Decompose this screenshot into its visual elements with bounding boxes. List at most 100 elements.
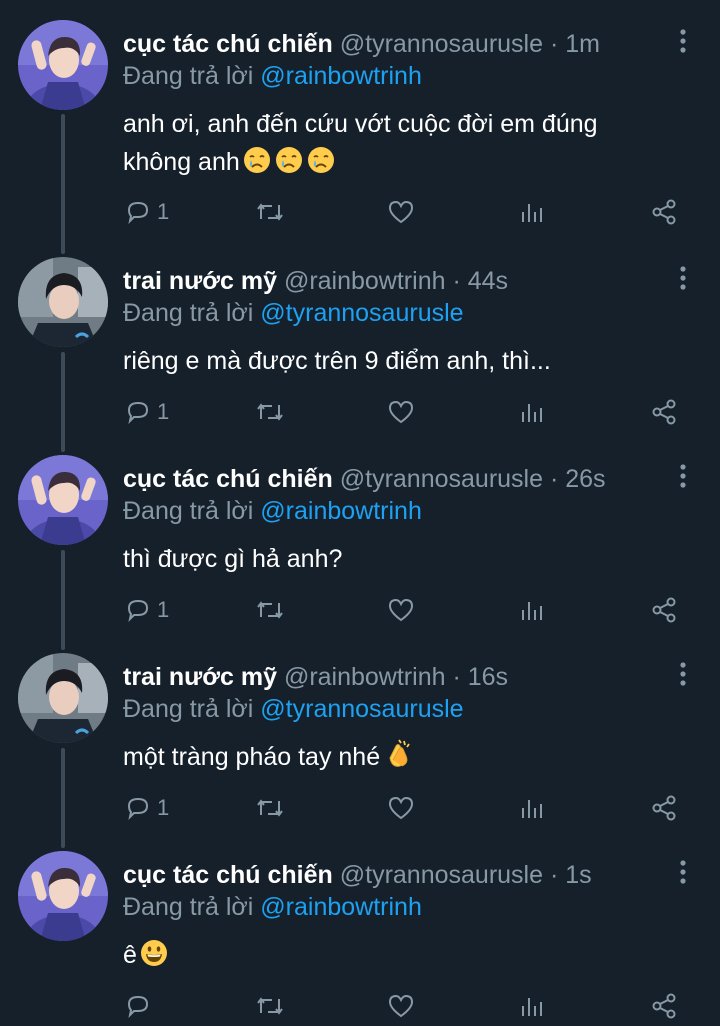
like-icon bbox=[388, 400, 414, 424]
retweet-icon bbox=[257, 997, 283, 1015]
tweet[interactable]: cục tác chú chiến @tyrannosaurusle · 26s… bbox=[0, 435, 720, 633]
avatar-image bbox=[18, 20, 108, 110]
replying-to: Đang trả lời @rainbowtrinh bbox=[123, 494, 422, 528]
more-options-icon[interactable] bbox=[670, 463, 696, 493]
replying-to-label: Đang trả lời bbox=[123, 62, 254, 90]
timestamp[interactable]: 1m bbox=[565, 30, 600, 58]
display-name[interactable]: trai nước mỹ bbox=[123, 267, 277, 295]
reply-icon bbox=[127, 401, 149, 425]
reply-button[interactable]: 1 bbox=[125, 590, 169, 630]
replying-to-label: Đang trả lời bbox=[123, 497, 254, 525]
mention-link[interactable]: @tyrannosaurusle bbox=[260, 695, 463, 723]
replying-to-label: Đang trả lời bbox=[123, 893, 254, 921]
reply-button[interactable]: 1 bbox=[125, 788, 169, 828]
tweet[interactable]: cục tác chú chiến @tyrannosaurusle · 1s … bbox=[0, 831, 720, 1026]
reply-count: 1 bbox=[157, 199, 170, 224]
reply-count: 1 bbox=[157, 399, 170, 424]
crying-face-emoji bbox=[242, 145, 272, 186]
separator-dot: · bbox=[543, 465, 566, 493]
tweet-text-content: thì được gì hả anh? bbox=[123, 545, 343, 573]
retweet-button[interactable] bbox=[256, 986, 284, 1026]
retweet-button[interactable] bbox=[256, 192, 284, 232]
timestamp[interactable]: 1s bbox=[565, 861, 591, 889]
username[interactable]: @rainbowtrinh bbox=[284, 663, 446, 691]
reply-button[interactable]: 1 bbox=[125, 192, 169, 232]
timestamp[interactable]: 16s bbox=[468, 663, 508, 691]
more-options-icon[interactable] bbox=[670, 661, 696, 691]
mention-link[interactable]: @tyrannosaurusle bbox=[260, 299, 463, 327]
avatar-image bbox=[18, 455, 108, 545]
tweet-text-content: riêng e mà được trên 9 điểm anh, thì... bbox=[123, 347, 551, 375]
mention-link[interactable]: @rainbowtrinh bbox=[260, 62, 422, 90]
reply-icon bbox=[127, 201, 149, 225]
username[interactable]: @rainbowtrinh bbox=[284, 267, 446, 295]
analytics-button[interactable] bbox=[520, 192, 544, 232]
tweet-text-content: một tràng pháo tay nhé bbox=[123, 743, 381, 771]
tweet-header: cục tác chú chiến @tyrannosaurusle · 1m bbox=[123, 27, 600, 61]
analytics-button[interactable] bbox=[520, 986, 544, 1026]
timestamp[interactable]: 44s bbox=[468, 267, 508, 295]
more-options-icon[interactable] bbox=[670, 859, 696, 889]
reply-icon bbox=[127, 599, 149, 623]
like-button[interactable] bbox=[387, 788, 415, 828]
reply-button[interactable]: 1 bbox=[125, 392, 169, 432]
replying-to-label: Đang trả lời bbox=[123, 299, 254, 327]
like-button[interactable] bbox=[387, 986, 415, 1026]
tweet-text: một tràng pháo tay nhé bbox=[123, 738, 643, 781]
action-bar bbox=[0, 986, 720, 1026]
retweet-button[interactable] bbox=[256, 788, 284, 828]
like-button[interactable] bbox=[387, 392, 415, 432]
share-button[interactable] bbox=[651, 590, 677, 630]
avatar[interactable] bbox=[18, 455, 108, 545]
display-name[interactable]: cục tác chú chiến bbox=[123, 861, 333, 889]
avatar[interactable] bbox=[18, 653, 108, 743]
share-button[interactable] bbox=[651, 986, 677, 1026]
avatar[interactable] bbox=[18, 20, 108, 110]
tweet-header: cục tác chú chiến @tyrannosaurusle · 26s bbox=[123, 462, 606, 496]
analytics-button[interactable] bbox=[520, 788, 544, 828]
username[interactable]: @tyrannosaurusle bbox=[340, 465, 543, 493]
more-options-icon[interactable] bbox=[670, 265, 696, 295]
tweet-text: ê bbox=[123, 936, 643, 979]
like-button[interactable] bbox=[387, 192, 415, 232]
display-name[interactable]: trai nước mỹ bbox=[123, 663, 277, 691]
reply-icon bbox=[127, 797, 149, 821]
retweet-button[interactable] bbox=[256, 392, 284, 432]
separator-dot: · bbox=[543, 861, 566, 889]
replying-to: Đang trả lời @rainbowtrinh bbox=[123, 890, 422, 924]
more-options-icon[interactable] bbox=[670, 28, 696, 58]
tweet-text: riêng e mà được trên 9 điểm anh, thì... bbox=[123, 342, 643, 380]
clapping-hands-emoji bbox=[382, 738, 414, 781]
action-bar: 1 bbox=[0, 788, 720, 828]
share-button[interactable] bbox=[651, 788, 677, 828]
like-icon bbox=[388, 200, 414, 224]
tweet[interactable]: trai nước mỹ @rainbowtrinh · 16s Đang tr… bbox=[0, 633, 720, 831]
avatar[interactable] bbox=[18, 851, 108, 941]
like-icon bbox=[388, 796, 414, 820]
tweet-text: anh ơi, anh đến cứu vớt cuộc đời em đúng… bbox=[123, 105, 643, 186]
username[interactable]: @tyrannosaurusle bbox=[340, 861, 543, 889]
separator-dot: · bbox=[445, 267, 468, 295]
like-button[interactable] bbox=[387, 590, 415, 630]
tweet-text-content: anh ơi, anh đến cứu vớt cuộc đời em đúng… bbox=[123, 110, 598, 176]
display-name[interactable]: cục tác chú chiến bbox=[123, 465, 333, 493]
reply-button[interactable] bbox=[125, 986, 157, 1026]
timestamp[interactable]: 26s bbox=[565, 465, 605, 493]
analytics-button[interactable] bbox=[520, 590, 544, 630]
retweet-button[interactable] bbox=[256, 590, 284, 630]
mention-link[interactable]: @rainbowtrinh bbox=[260, 497, 422, 525]
action-bar: 1 bbox=[0, 590, 720, 630]
replying-to: Đang trả lời @tyrannosaurusle bbox=[123, 692, 464, 726]
username[interactable]: @tyrannosaurusle bbox=[340, 30, 543, 58]
analytics-button[interactable] bbox=[520, 392, 544, 432]
tweet[interactable]: trai nước mỹ @rainbowtrinh · 44s Đang tr… bbox=[0, 237, 720, 435]
replying-to-label: Đang trả lời bbox=[123, 695, 254, 723]
display-name[interactable]: cục tác chú chiến bbox=[123, 30, 333, 58]
share-icon bbox=[652, 993, 676, 1019]
share-button[interactable] bbox=[651, 192, 677, 232]
share-button[interactable] bbox=[651, 392, 677, 432]
mention-link[interactable]: @rainbowtrinh bbox=[260, 893, 422, 921]
avatar[interactable] bbox=[18, 257, 108, 347]
tweet[interactable]: cục tác chú chiến @tyrannosaurusle · 1m … bbox=[0, 0, 720, 225]
share-icon bbox=[652, 399, 676, 425]
